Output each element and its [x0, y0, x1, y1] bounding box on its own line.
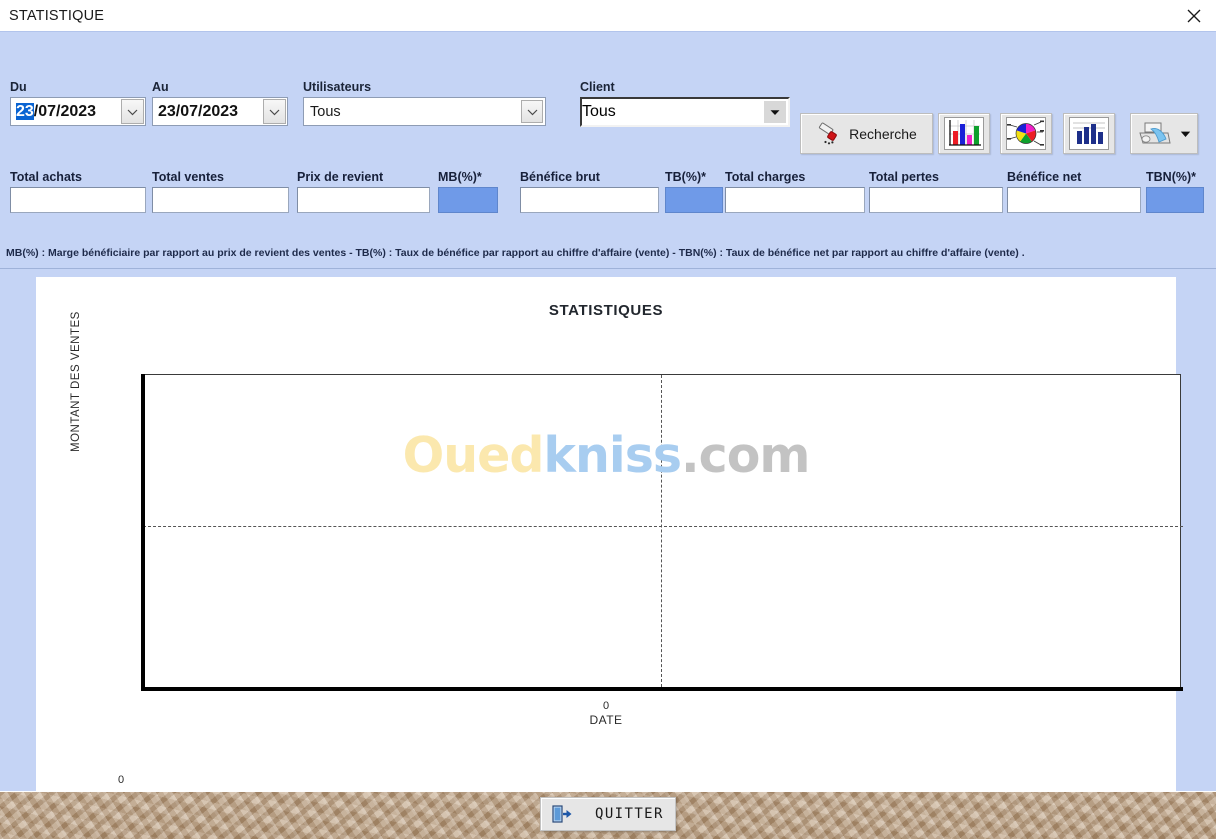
quitter-button[interactable]: QUITTER: [540, 797, 676, 831]
total-charges-label: Total charges: [725, 170, 806, 184]
total-pertes-cell: Total pertes: [869, 170, 1003, 213]
chart-x-axis-line: [141, 687, 1183, 691]
chart-x-axis-label: DATE: [589, 713, 623, 727]
label-du: Du: [10, 80, 27, 94]
tbn-percent-cell: TBN(%)*: [1146, 170, 1204, 213]
benefice-brut-cell: Bénéfice brut: [520, 170, 659, 213]
chart-gridline-horizontal: [143, 526, 1183, 527]
chart-gridline-vertical: [661, 375, 662, 687]
benefice-net-input[interactable]: [1007, 187, 1141, 213]
date-from-input[interactable]: 23/07/2023: [10, 97, 146, 126]
window-title: STATISTIQUE: [9, 7, 105, 24]
chart-y-tick-0: 0: [118, 774, 125, 786]
prix-de-revient-input[interactable]: [297, 187, 430, 213]
total-achats-input[interactable]: [10, 187, 146, 213]
utilisateurs-value: Tous: [310, 103, 341, 120]
caret-down-icon: [1180, 131, 1191, 137]
benefice-net-cell: Bénéfice net: [1007, 170, 1141, 213]
total-ventes-cell: Total ventes: [152, 170, 289, 213]
chart-y-axis-line: [141, 374, 145, 690]
chart-y-axis-label: MONTANT DES VENTES: [70, 311, 82, 452]
print-button[interactable]: [1130, 113, 1198, 154]
date-from-dropdown-button[interactable]: [121, 99, 144, 124]
client-select[interactable]: Tous: [580, 97, 790, 127]
prix-de-revient-cell: Prix de revient: [297, 170, 430, 213]
tbn-percent-value: [1146, 187, 1204, 213]
benefice-brut-label: Bénéfice brut: [520, 170, 600, 184]
brush-search-icon: [819, 122, 837, 144]
tbn-percent-label: TBN(%)*: [1146, 170, 1196, 184]
field-du: Du 23/07/2023: [10, 80, 146, 126]
recherche-label: Recherche: [849, 125, 917, 142]
printer-icon: [1139, 122, 1171, 143]
chart-x-tick-0: 0: [602, 700, 610, 712]
total-pertes-input[interactable]: [869, 187, 1003, 213]
field-client: Client Tous: [580, 80, 790, 127]
pie-chart-button[interactable]: [1000, 113, 1052, 154]
field-utilisateurs: Utilisateurs Tous: [303, 80, 546, 126]
chart-plot-box: [143, 374, 1181, 690]
bar-chart-button[interactable]: [938, 113, 990, 154]
date-to-input[interactable]: 23/07/2023: [152, 97, 288, 126]
total-ventes-label: Total ventes: [152, 170, 225, 184]
exit-door-icon: [552, 805, 572, 823]
chevron-down-icon: [269, 109, 280, 115]
date-from-rest: /07/2023: [33, 102, 97, 120]
pie-chart-color-icon: [1006, 117, 1046, 150]
metrics-legend-note: MB(%) : Marge bénéficiaire par rapport a…: [6, 247, 1025, 259]
footer-bar: QUITTER: [0, 791, 1216, 839]
recherche-button[interactable]: Recherche: [800, 113, 933, 154]
date-from-day: 23: [16, 102, 34, 120]
filter-bar: Du 23/07/2023 Au 23/07/2023 Utilisateurs…: [0, 80, 1216, 154]
quitter-label: QUITTER: [595, 806, 664, 822]
chart-plot-area: MONTANT DES VENTES 0 0 DATE Ouedkniss.co…: [36, 277, 1183, 797]
caret-down-icon: [770, 110, 780, 115]
label-utilisateurs: Utilisateurs: [303, 80, 372, 94]
mb-percent-value: [438, 187, 498, 213]
bar-chart-color-icon: [944, 117, 984, 150]
total-ventes-input[interactable]: [152, 187, 289, 213]
close-icon: [1187, 9, 1200, 22]
total-charges-input[interactable]: [725, 187, 865, 213]
tb-percent-cell: TB(%)*: [665, 170, 723, 213]
tb-percent-label: TB(%)*: [665, 170, 706, 184]
benefice-net-label: Bénéfice net: [1007, 170, 1082, 184]
total-achats-cell: Total achats: [10, 170, 146, 213]
total-achats-label: Total achats: [10, 170, 83, 184]
histogram-button[interactable]: [1063, 113, 1115, 154]
mb-percent-label: MB(%)*: [438, 170, 482, 184]
tb-percent-value: [665, 187, 723, 213]
utilisateurs-select[interactable]: Tous: [303, 97, 546, 126]
label-au: Au: [152, 80, 169, 94]
utilisateurs-dropdown-button[interactable]: [521, 100, 543, 123]
client-value: Tous: [582, 103, 616, 120]
label-client: Client: [580, 80, 615, 94]
field-au: Au 23/07/2023: [152, 80, 288, 126]
client-dropdown-button[interactable]: [764, 101, 786, 123]
date-to-value: 23/07/2023: [158, 102, 239, 120]
chart-card: STATISTIQUES MONTANT DES VENTES 0 0 DATE…: [36, 277, 1183, 797]
totals-row: Total achats Total ventes Prix de revien…: [0, 170, 1216, 222]
date-to-dropdown-button[interactable]: [263, 99, 286, 124]
chevron-down-icon: [127, 109, 138, 115]
histogram-blue-icon: [1069, 117, 1109, 150]
chevron-down-icon: [527, 109, 537, 115]
benefice-brut-input[interactable]: [520, 187, 659, 213]
window-titlebar: STATISTIQUE: [0, 0, 1216, 31]
mb-percent-cell: MB(%)*: [438, 170, 498, 213]
date-from-value: 23/07/2023: [11, 102, 97, 121]
total-charges-cell: Total charges: [725, 170, 865, 213]
prix-de-revient-label: Prix de revient: [297, 170, 384, 184]
statistics-panel: Du 23/07/2023 Au 23/07/2023 Utilisateurs…: [0, 31, 1216, 797]
total-pertes-label: Total pertes: [869, 170, 939, 184]
legend-divider: [0, 268, 1216, 269]
close-button[interactable]: [1171, 0, 1216, 31]
